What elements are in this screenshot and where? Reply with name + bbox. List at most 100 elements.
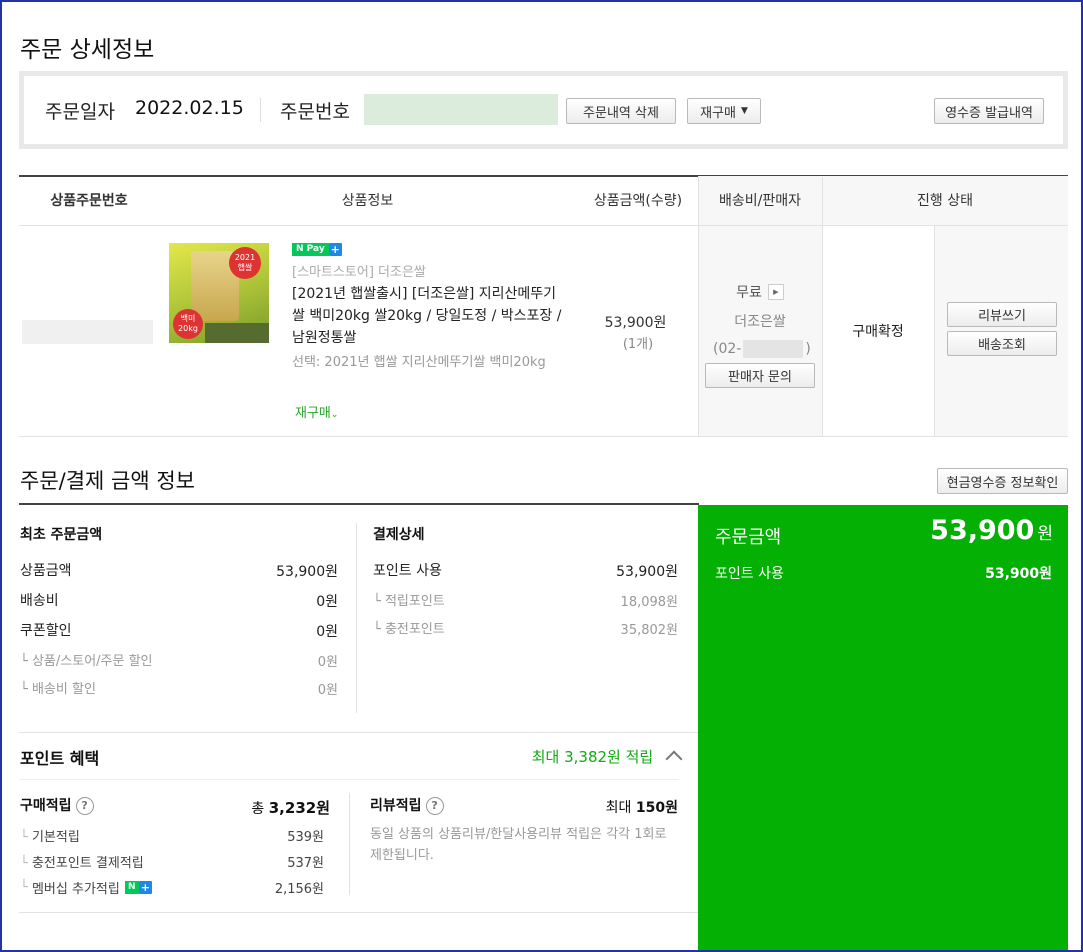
charged-point-value: 35,802원 (620, 623, 678, 638)
image-text: 20kg (178, 324, 198, 333)
chevron-down-icon: ⌄ (330, 410, 339, 420)
header-bottom-border (19, 225, 1068, 226)
payment-column-divider (356, 523, 357, 713)
product-amount-label: 상품금액 (20, 563, 72, 579)
phone-redacted (743, 340, 804, 358)
cell-divider (698, 226, 699, 436)
shipping-fee-label: 배송비 (20, 593, 59, 609)
store-link[interactable]: [스마트스토어] 더조은쌀 (292, 261, 426, 280)
order-status: 구매확정 (852, 324, 904, 340)
purchase-points-total: 총 3,232원 (200, 797, 330, 818)
order-item-number-redacted (22, 320, 153, 344)
points-top-border (19, 732, 698, 733)
receipt-history-button[interactable]: 영수증 발급내역 (934, 98, 1044, 124)
basic-points-value: 539원 (287, 830, 324, 845)
points-max-toggle[interactable]: 최대 3,382원 적립 (480, 746, 683, 768)
seller-name: 더조은쌀 (734, 314, 786, 330)
sub-discount-value: 0원 (317, 655, 338, 670)
seller-inquiry-button[interactable]: 판매자 문의 (705, 363, 815, 388)
point-use-value: 53,900원 (616, 564, 678, 580)
points-benefit-title: 포인트 혜택 (20, 749, 100, 768)
charge-pay-points-label: └ 충전포인트 결제적립 (20, 856, 144, 871)
earned-point-label: └ 적립포인트 (373, 594, 445, 609)
reorder-label: 재구매 (700, 105, 736, 121)
payment-detail-title: 결제상세 (373, 527, 425, 543)
membership-points-label: └ 멤버십 추가적립 N + (20, 880, 152, 897)
order-number-redacted (364, 94, 558, 125)
coupon-discount-label: 쿠폰할인 (20, 623, 72, 639)
header-shipping-seller: 배송비/판매자 (698, 176, 822, 226)
shipping-discount-label: └ 배송비 할인 (20, 682, 96, 697)
reorder-link[interactable]: 재구매⌄ (295, 402, 338, 421)
row-bottom-border (19, 436, 1068, 437)
image-text: 백미 (180, 314, 196, 323)
summary-point-label: 포인트 사용 (715, 566, 784, 582)
order-total-amount: 53,900 원 (860, 515, 1053, 546)
reorder-dropdown-button[interactable]: 재구매 ▼ (687, 98, 761, 124)
header-divider (698, 177, 699, 226)
track-delivery-button[interactable]: 배송조회 (947, 331, 1057, 356)
review-points-note: 동일 상품의 상품리뷰/한달사용리뷰 적립은 각각 1회로 제한됩니다. (370, 827, 667, 863)
basic-points-label: └ 기본적립 (20, 830, 80, 845)
summary-point-value: 53,900원 (985, 566, 1052, 582)
plus-icon: + (138, 881, 152, 894)
order-number-label: 주문번호 (280, 101, 350, 123)
write-review-button[interactable]: 리뷰쓰기 (947, 302, 1057, 327)
product-amount-value: 53,900원 (276, 564, 338, 580)
order-total-unit: 원 (1037, 524, 1053, 544)
npay-badge: N Pay + (292, 243, 342, 256)
total-prefix: 총 (251, 801, 265, 817)
review-points-title: 리뷰적립? (370, 795, 444, 815)
header-status: 진행 상태 (822, 176, 1068, 226)
coupon-discount-value: 0원 (316, 624, 338, 640)
header-order-item-number: 상품주문번호 (50, 193, 128, 209)
total-value: 3,232원 (268, 799, 330, 817)
points-bottom-border (19, 912, 698, 913)
seller-phone: (02- ) (713, 340, 811, 358)
delete-order-button[interactable]: 주문내역 삭제 (566, 98, 676, 124)
purchase-points-label: 구매적립 (20, 798, 72, 814)
image-text: 햅쌀 (237, 263, 253, 272)
product-name-link[interactable]: [2021년 햅쌀출시] [더조은쌀] 지리산메뚜기쌀 백미20kg 쌀20kg… (292, 283, 564, 349)
phone-suffix: ) (805, 341, 811, 357)
npay-plus-badge: N + (124, 881, 152, 894)
order-total-label: 주문금액 (715, 527, 782, 548)
shipping-fee[interactable]: 무료 ▶ (698, 282, 822, 302)
sub-discount-label: └ 상품/스토어/주문 할인 (20, 654, 153, 669)
shipping-fee-value: 0원 (316, 594, 338, 610)
order-total-number: 53,900 (930, 515, 1035, 546)
purchase-points-title: 구매적립? (20, 795, 94, 815)
payment-section-title: 주문/결제 금액 정보 (20, 469, 195, 493)
review-points-label: 리뷰적립 (370, 798, 422, 814)
initial-amount-title: 최초 주문금액 (20, 527, 103, 543)
header-price-qty: 상품금액(수량) (593, 193, 683, 209)
order-date-label: 주문일자 (45, 101, 115, 123)
chevron-down-icon: ▼ (740, 106, 748, 116)
points-max-text: 최대 3,382원 적립 (531, 748, 654, 766)
image-text: 2021 (234, 253, 256, 262)
max-prefix: 최대 (605, 800, 632, 816)
points-column-divider (349, 793, 350, 895)
item-price: 53,900원 (604, 315, 667, 331)
product-option: 선택: 2021년 햅쌀 지리산메뚜기쌀 백미20kg (292, 355, 546, 370)
product-image[interactable]: 2021 햅쌀 백미 20kg (169, 243, 269, 343)
charge-pay-points-value: 537원 (287, 856, 324, 871)
plus-icon: + (328, 243, 342, 256)
shipping-fee-label: 무료 (736, 285, 762, 301)
divider (260, 98, 261, 122)
shipping-cell-bg (698, 226, 822, 436)
cash-receipt-button[interactable]: 현금영수증 정보확인 (937, 468, 1068, 494)
point-use-label: 포인트 사용 (373, 563, 442, 579)
npay-label: N Pay (292, 243, 329, 256)
page-title: 주문 상세정보 (20, 37, 155, 63)
help-icon[interactable]: ? (75, 797, 94, 815)
chevron-up-icon (665, 750, 683, 768)
help-icon[interactable]: ? (425, 797, 444, 815)
reorder-link-label: 재구매 (295, 406, 331, 421)
cell-divider (934, 226, 935, 436)
points-divider (19, 779, 679, 780)
review-points-max: 최대 150원 (540, 797, 678, 817)
item-qty: (1개) (622, 337, 654, 352)
play-arrow-icon: ▶ (767, 284, 784, 300)
phone-prefix: (02- (713, 341, 742, 357)
